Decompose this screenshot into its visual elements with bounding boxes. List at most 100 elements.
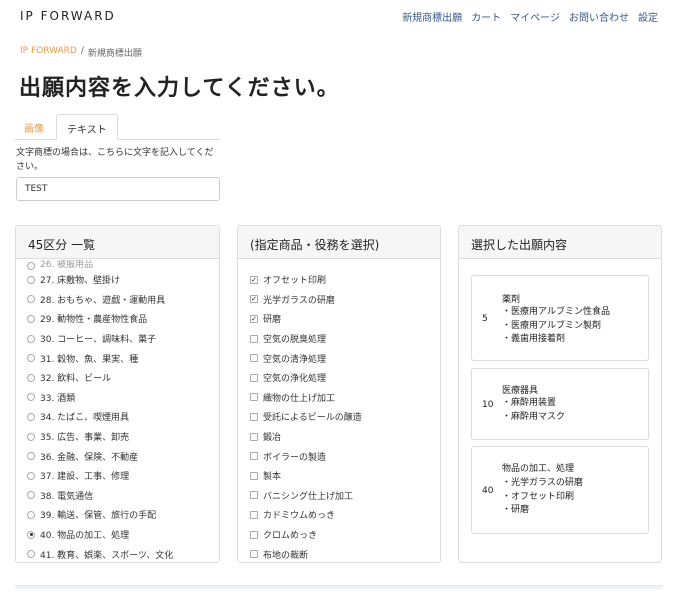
logo[interactable]: IP FORWARD xyxy=(20,9,116,23)
radio-button[interactable] xyxy=(27,295,35,304)
checkbox[interactable] xyxy=(250,471,258,480)
goods-label: 研磨 xyxy=(263,315,282,326)
class-label: 39. 輸送、保管、旅行の手配 xyxy=(40,511,157,522)
nav-cart[interactable]: カート xyxy=(471,9,501,24)
class-radio-item[interactable]: 35. 広告、事業、卸売 xyxy=(16,427,219,447)
radio-button[interactable] xyxy=(27,275,35,284)
class-radio-item[interactable]: 41. 教育、娯楽、スポーツ、文化 xyxy=(16,544,219,562)
selected-goods-list: ・光学ガラスの研磨 ・オフセット印刷 ・研磨 xyxy=(502,477,583,518)
selected-content-panel: 選択した出願内容 薬剤 5 ・医療用アルブミン性食品 ・医療用アルブミン製剤 ・… xyxy=(458,225,662,563)
goods-checkbox-item[interactable]: 空気の脱臭処理 xyxy=(238,329,440,349)
goods-checkbox-item[interactable]: 布地の裁断 xyxy=(238,544,440,562)
radio-button[interactable] xyxy=(27,262,35,270)
goods-checkbox-item[interactable]: ボイラーの製造 xyxy=(238,446,440,466)
radio-button[interactable] xyxy=(27,373,35,382)
nav-mypage[interactable]: マイページ xyxy=(510,9,560,24)
selected-class-card: 医療器具 10 ・麻酔用装置 ・麻酔用マスク xyxy=(471,368,649,440)
class-label: 36. 金融、保険、不動産 xyxy=(40,452,139,463)
goods-checkbox-item[interactable]: バニシング仕上げ加工 xyxy=(238,486,440,506)
nav-contact[interactable]: お問い合わせ xyxy=(569,9,629,24)
radio-button[interactable] xyxy=(27,393,35,402)
trademark-text-input[interactable] xyxy=(16,177,220,201)
goods-checkbox-item[interactable]: ✓ 研磨 xyxy=(238,309,440,329)
goods-checkbox-item[interactable]: カドミウムめっき xyxy=(238,505,440,525)
input-type-tabs: 画像 テキスト xyxy=(14,114,220,140)
checkbox[interactable] xyxy=(250,393,258,402)
radio-button[interactable] xyxy=(27,354,35,363)
class-radio-item[interactable]: 28. おもちゃ、遊戯・運動用具 xyxy=(16,290,219,310)
goods-checkbox-item[interactable]: 受託によるビールの醸造 xyxy=(238,407,440,427)
class-label: 40. 物品の加工、処理 xyxy=(40,531,130,542)
tab-image[interactable]: 画像 xyxy=(14,114,54,140)
goods-services-list[interactable]: ✓ オフセット印刷 ✓ 光学ガラスの研磨 ✓ 研磨 空気の脱臭処理 空気の清浄処理 空気の浄化処… xyxy=(238,270,440,562)
goods-checkbox-item[interactable]: ✓ オフセット印刷 xyxy=(238,270,440,290)
nav-settings[interactable]: 設定 xyxy=(638,9,658,24)
radio-button[interactable] xyxy=(27,491,35,500)
class-radio-item[interactable]: 31. 穀物、魚、果実、種 xyxy=(16,348,219,368)
goods-checkbox-item[interactable]: 空気の浄化処理 xyxy=(238,368,440,388)
goods-checkbox-item[interactable]: クロムめっき xyxy=(238,525,440,545)
class-radio-item[interactable]: 34. たばこ、喫煙用具 xyxy=(16,407,219,427)
class-label: 29. 動物性・農産物性食品 xyxy=(40,315,148,326)
class-list-panel: 45区分 一覧 26. 被服用品 27. 床敷物、壁掛け 28. おもちゃ、遊戯・運… xyxy=(15,225,220,563)
class-radio-item[interactable]: 40. 物品の加工、処理 xyxy=(16,525,219,545)
radio-button[interactable] xyxy=(27,530,35,539)
radio-button[interactable] xyxy=(27,471,35,480)
checkbox[interactable] xyxy=(250,373,258,382)
goods-checkbox-item[interactable]: 織物の仕上げ加工 xyxy=(238,388,440,408)
checkbox[interactable]: ✓ xyxy=(250,295,258,304)
class-list[interactable]: 26. 被服用品 27. 床敷物、壁掛け 28. おもちゃ、遊戯・運動用具 29. 動… xyxy=(16,260,219,562)
breadcrumb-home-link[interactable]: IP FORWARD xyxy=(20,46,77,59)
checkbox[interactable] xyxy=(250,412,258,421)
tab-text[interactable]: テキスト xyxy=(56,114,118,140)
class-radio-item[interactable]: 32. 飲料、ビール xyxy=(16,368,219,388)
top-nav: 新規商標出願 カート マイページ お問い合わせ 設定 xyxy=(402,9,658,24)
class-radio-item[interactable]: 27. 床敷物、壁掛け xyxy=(16,270,219,290)
checkbox[interactable] xyxy=(250,530,258,539)
class-radio-item[interactable]: 36. 金融、保険、不動産 xyxy=(16,446,219,466)
selected-class-number: 5 xyxy=(482,314,488,324)
radio-button[interactable] xyxy=(27,550,35,559)
goods-checkbox-item[interactable]: ✓ 光学ガラスの研磨 xyxy=(238,290,440,310)
goods-label: 織物の仕上げ加工 xyxy=(263,393,336,404)
checkbox[interactable] xyxy=(250,432,258,441)
selected-goods-item: ・麻酔用マスク xyxy=(502,411,566,422)
checkbox[interactable] xyxy=(250,491,258,500)
radio-button[interactable] xyxy=(27,432,35,441)
checkbox[interactable] xyxy=(250,452,258,461)
goods-label: 空気の脱臭処理 xyxy=(263,335,327,346)
breadcrumb-separator: / xyxy=(80,46,84,56)
radio-button[interactable] xyxy=(27,314,35,323)
checkbox[interactable] xyxy=(250,354,258,363)
checkbox[interactable] xyxy=(250,510,258,519)
selected-goods-list: ・医療用アルブミン性食品 ・医療用アルブミン製剤 ・義歯用接着剤 xyxy=(502,306,610,347)
radio-button[interactable] xyxy=(27,510,35,519)
class-radio-item[interactable]: 37. 建設、工事、修理 xyxy=(16,466,219,486)
goods-checkbox-item[interactable]: 鍛冶 xyxy=(238,427,440,447)
class-radio-item[interactable]: 39. 輸送、保管、旅行の手配 xyxy=(16,505,219,525)
radio-button[interactable] xyxy=(27,334,35,343)
goods-checkbox-item[interactable]: 空気の清浄処理 xyxy=(238,348,440,368)
radio-button[interactable] xyxy=(27,452,35,461)
class-radio-item[interactable]: 33. 酒類 xyxy=(16,388,219,408)
class-label: 27. 床敷物、壁掛け xyxy=(40,276,121,287)
checkbox[interactable]: ✓ xyxy=(250,275,258,284)
goods-label: ボイラーの製造 xyxy=(263,452,327,463)
class-radio-item[interactable]: 26. 被服用品 xyxy=(16,260,219,270)
class-radio-item[interactable]: 29. 動物性・農産物性食品 xyxy=(16,309,219,329)
checkbox[interactable]: ✓ xyxy=(250,314,258,323)
goods-label: カドミウムめっき xyxy=(263,511,336,522)
text-mark-instructions: 文字商標の場合は、こちらに文字を記入してください。 xyxy=(16,148,214,172)
selected-goods-item: ・義歯用接着剤 xyxy=(502,334,566,344)
checkbox[interactable] xyxy=(250,334,258,343)
goods-services-panel: (指定商品・役務を選択) ✓ オフセット印刷 ✓ 光学ガラスの研磨 ✓ 研磨 空気の脱臭処理… xyxy=(237,225,441,563)
goods-checkbox-item[interactable]: 製本 xyxy=(238,466,440,486)
nav-new-application[interactable]: 新規商標出願 xyxy=(402,9,462,24)
class-radio-item[interactable]: 38. 電気通信 xyxy=(16,486,219,506)
selected-goods-item: ・光学ガラスの研磨 xyxy=(502,478,583,488)
radio-button[interactable] xyxy=(27,412,35,421)
goods-label: オフセット印刷 xyxy=(263,276,327,287)
goods-label: 空気の清浄処理 xyxy=(263,354,327,365)
checkbox[interactable] xyxy=(250,550,258,559)
class-radio-item[interactable]: 30. コーヒー、調味料、菓子 xyxy=(16,329,219,349)
